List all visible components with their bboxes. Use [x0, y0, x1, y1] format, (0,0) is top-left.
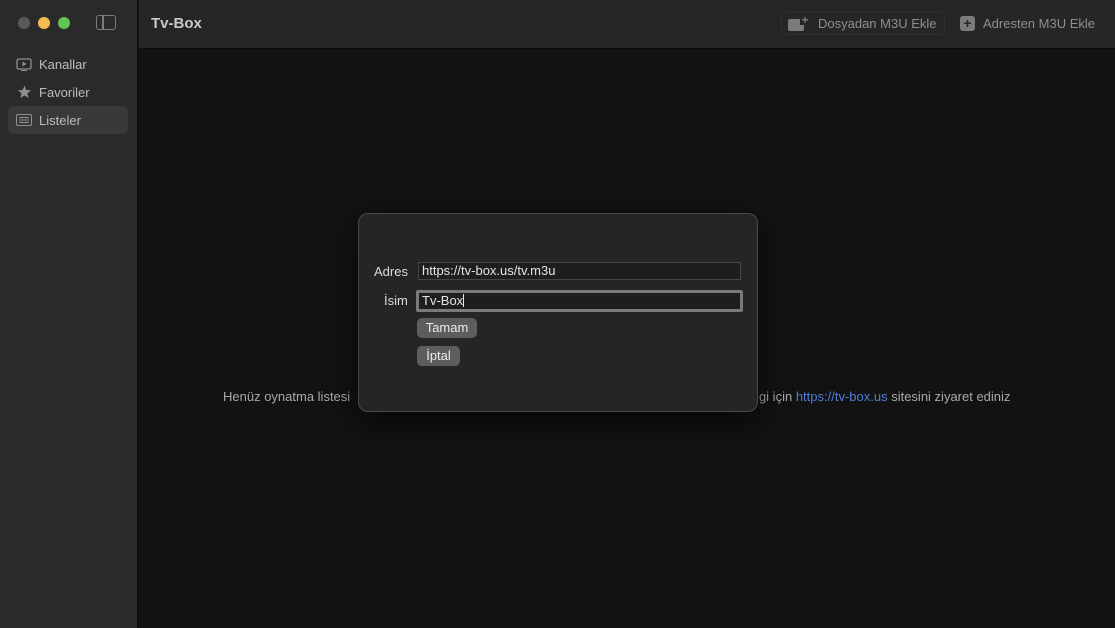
empty-state-prefix: Henüz oynatma listesi	[223, 389, 351, 404]
page-title: Tv-Box	[151, 15, 202, 32]
star-icon	[16, 85, 32, 99]
sidebar-item-favoriler[interactable]: Favoriler	[8, 78, 128, 106]
name-field[interactable]: Tv-Box	[416, 290, 743, 312]
sidebar-item-label: Listeler	[39, 112, 81, 128]
sidebar-item-label: Kanallar	[39, 56, 87, 72]
toolbar: Tv-Box + Dosyadan M3U Ekle + Adresten M3…	[139, 0, 1115, 49]
add-playlist-dialog: Adres https://tv-box.us/tv.m3u İsim Tv-B…	[358, 213, 758, 412]
sidebar-toggle-icon[interactable]	[96, 15, 116, 30]
cancel-button[interactable]: İptal	[417, 346, 460, 366]
address-field[interactable]: https://tv-box.us/tv.m3u	[418, 262, 741, 280]
name-label: İsim	[384, 293, 408, 308]
empty-state-middle: ilgi için	[753, 389, 793, 404]
text-caret	[463, 294, 465, 307]
sidebar-item-kanallar[interactable]: Kanallar	[8, 50, 128, 78]
empty-state-suffix: sitesini ziyaret ediniz	[891, 389, 1011, 404]
address-label: Adres	[374, 264, 408, 279]
sidebar-item-listeler[interactable]: Listeler	[8, 106, 128, 134]
add-m3u-from-url-button[interactable]: + Adresten M3U Ekle	[953, 11, 1115, 35]
plus-square-icon: +	[960, 15, 975, 31]
add-m3u-from-file-button[interactable]: + Dosyadan M3U Ekle	[781, 11, 945, 35]
add-m3u-from-file-label: Dosyadan M3U Ekle	[818, 15, 937, 31]
name-field-value: Tv-Box	[422, 293, 464, 308]
website-link[interactable]: https://tv-box.us	[796, 389, 888, 404]
folder-add-icon: +	[788, 14, 810, 31]
window-controls	[18, 17, 70, 29]
add-m3u-from-url-label: Adresten M3U Ekle	[983, 15, 1095, 31]
app-window: Kanallar Favoriler Listeler Tv-Box + Dos…	[0, 0, 1115, 628]
close-window-button[interactable]	[18, 17, 30, 29]
tv-play-icon	[16, 57, 32, 71]
maximize-window-button[interactable]	[58, 17, 70, 29]
ok-button[interactable]: Tamam	[417, 318, 477, 338]
sidebar: Kanallar Favoriler Listeler	[0, 0, 138, 628]
sidebar-nav: Kanallar Favoriler Listeler	[8, 50, 128, 134]
list-icon	[16, 113, 32, 127]
minimize-window-button[interactable]	[38, 17, 50, 29]
sidebar-item-label: Favoriler	[39, 84, 90, 100]
